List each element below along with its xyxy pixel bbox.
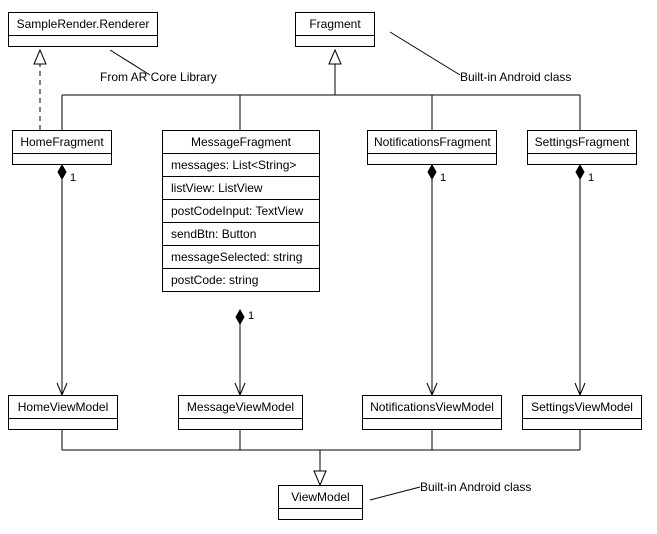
note-builtin-fragment: Built-in Android class	[460, 70, 571, 84]
multiplicity: 1	[588, 172, 594, 184]
class-empty-compartment	[13, 154, 111, 164]
class-empty-compartment	[9, 419, 117, 429]
class-settings-fragment: SettingsFragment	[527, 130, 637, 165]
class-title: SampleRender.Renderer	[9, 13, 157, 36]
class-home-fragment: HomeFragment	[12, 130, 112, 165]
class-empty-compartment	[9, 36, 157, 46]
class-title: NotificationsViewModel	[363, 396, 501, 419]
class-title: MessageViewModel	[179, 396, 302, 419]
class-sample-render: SampleRender.Renderer	[8, 12, 158, 47]
class-empty-compartment	[368, 154, 496, 164]
class-viewmodel: ViewModel	[278, 485, 363, 520]
class-home-viewmodel: HomeViewModel	[8, 395, 118, 430]
class-attr: messages: List<String>	[163, 154, 319, 177]
class-message-fragment: MessageFragment messages: List<String> l…	[162, 130, 320, 292]
class-attr: listView: ListView	[163, 177, 319, 200]
class-empty-compartment	[296, 36, 374, 46]
class-title: MessageFragment	[163, 131, 319, 154]
multiplicity: 1	[248, 310, 254, 322]
class-title: SettingsFragment	[528, 131, 636, 154]
class-title: SettingsViewModel	[523, 396, 641, 419]
note-builtin-viewmodel: Built-in Android class	[420, 480, 531, 494]
class-notifications-viewmodel: NotificationsViewModel	[362, 395, 502, 430]
class-fragment: Fragment	[295, 12, 375, 47]
class-title: HomeFragment	[13, 131, 111, 154]
class-title: Fragment	[296, 13, 374, 36]
class-title: NotificationsFragment	[368, 131, 496, 154]
class-message-viewmodel: MessageViewModel	[178, 395, 303, 430]
class-empty-compartment	[363, 419, 501, 429]
multiplicity: 1	[70, 172, 76, 184]
class-attr: sendBtn: Button	[163, 223, 319, 246]
class-empty-compartment	[179, 419, 302, 429]
class-empty-compartment	[528, 154, 636, 164]
multiplicity: 1	[440, 172, 446, 184]
class-settings-viewmodel: SettingsViewModel	[522, 395, 642, 430]
class-title: ViewModel	[279, 486, 362, 509]
class-notifications-fragment: NotificationsFragment	[367, 130, 497, 165]
class-empty-compartment	[279, 509, 362, 519]
class-attr: postCodeInput: TextView	[163, 200, 319, 223]
note-ar-core: From AR Core Library	[100, 70, 217, 84]
class-attr: messageSelected: string	[163, 246, 319, 269]
class-empty-compartment	[523, 419, 641, 429]
class-title: HomeViewModel	[9, 396, 117, 419]
class-attr: postCode: string	[163, 269, 319, 291]
